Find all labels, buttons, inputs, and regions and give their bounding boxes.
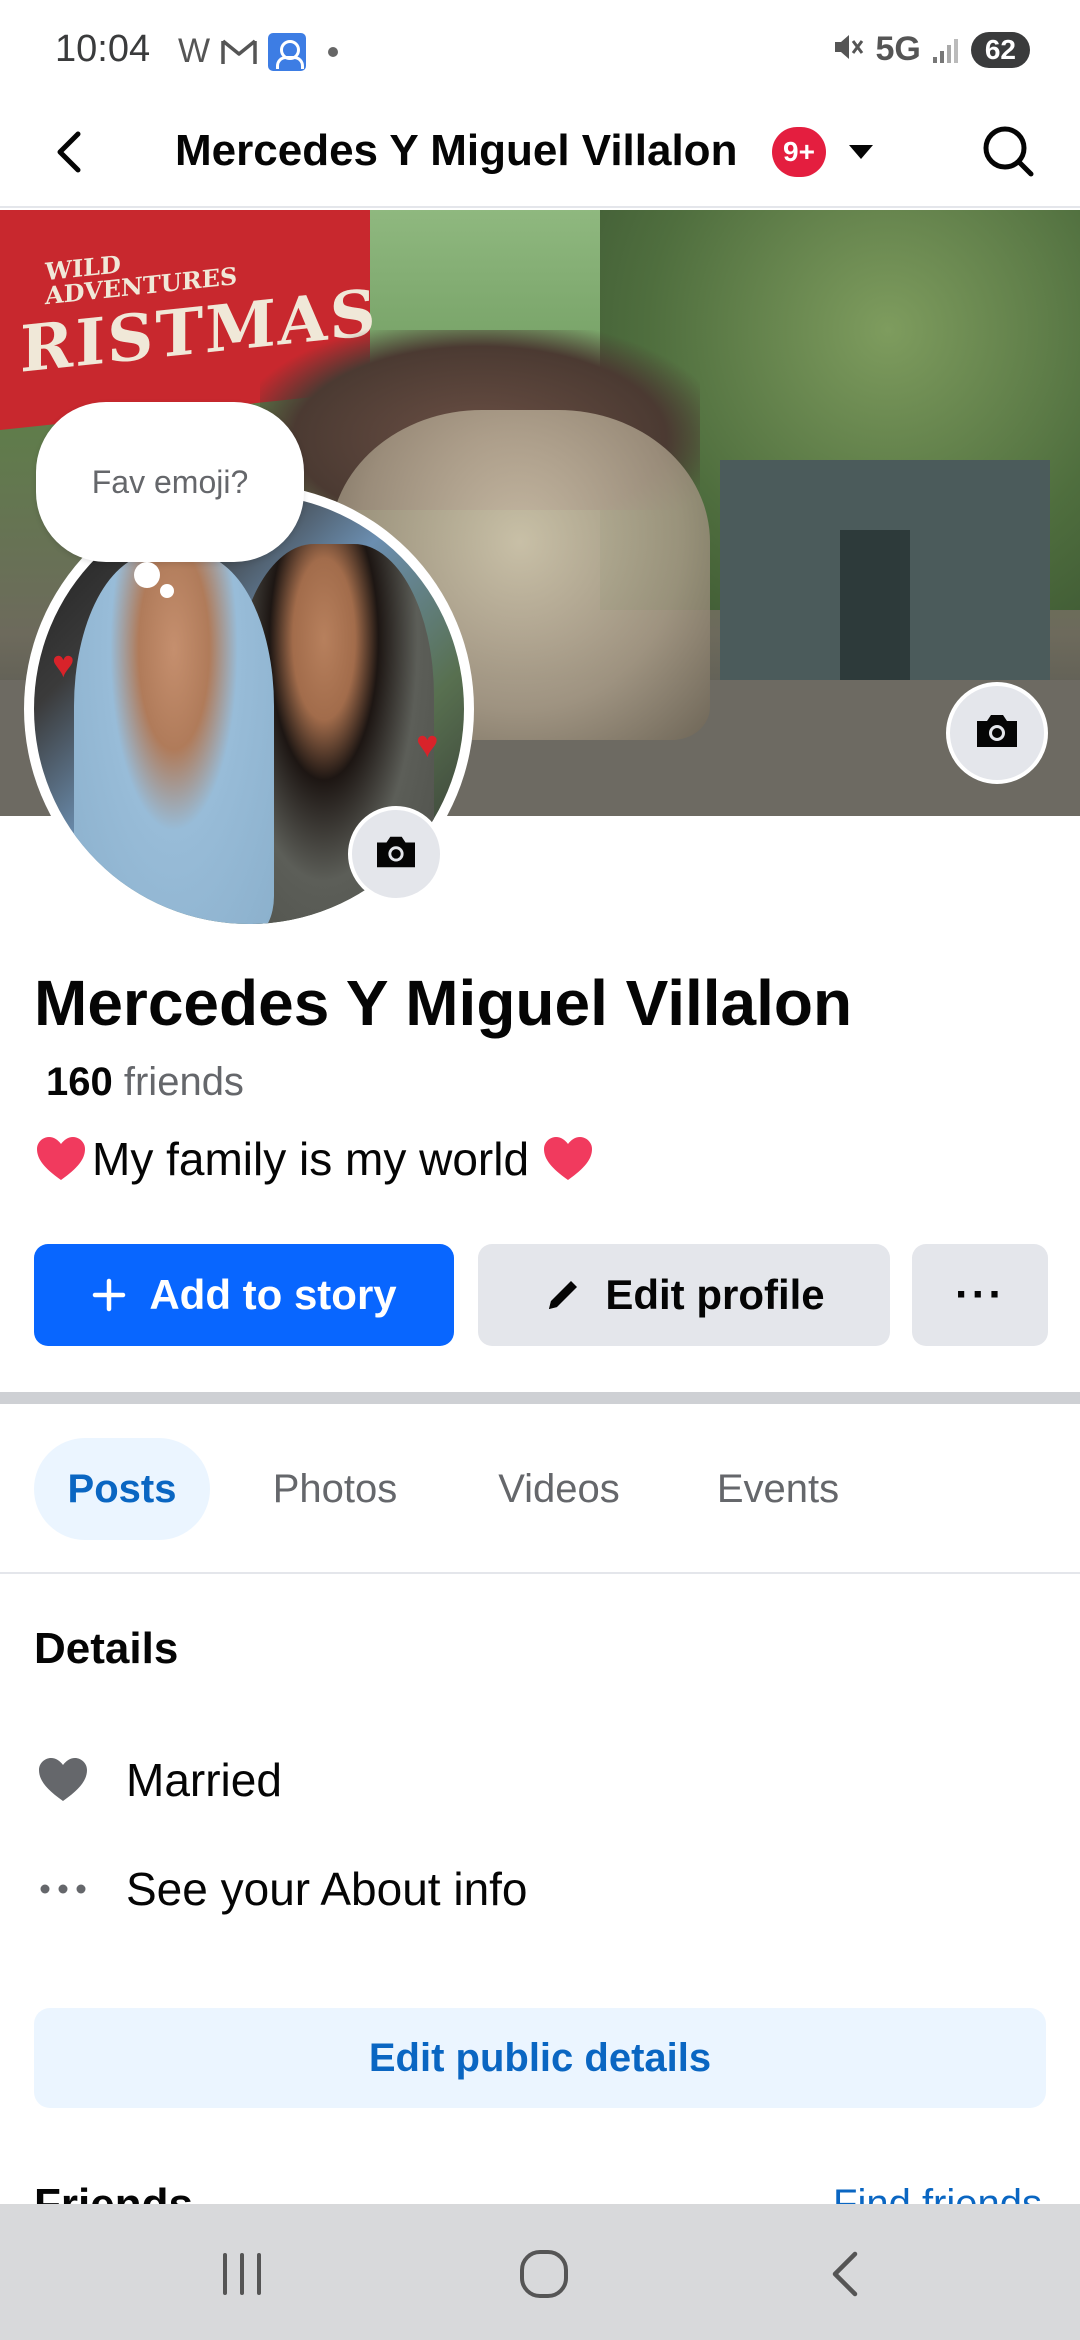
detail-relationship[interactable]: Married: [34, 1745, 282, 1815]
bio-text: My family is my world: [92, 1133, 530, 1185]
friends-count[interactable]: 160 friends: [46, 1060, 244, 1105]
note-bubble[interactable]: Fav emoji?: [36, 402, 304, 562]
heart-decoration-icon: ♥: [52, 644, 75, 686]
profile-header: Mercedes Y Miguel Villalon 9+: [0, 100, 1080, 208]
home-button[interactable]: [504, 2234, 584, 2314]
detail-relationship-label: Married: [126, 1754, 282, 1806]
person-icon: [268, 32, 307, 71]
edit-profile-label: Edit profile: [605, 1271, 825, 1318]
back-icon[interactable]: [40, 122, 100, 182]
red-heart-icon: [541, 1134, 595, 1184]
back-nav-button[interactable]: [806, 2234, 886, 2314]
tab-events[interactable]: Events: [698, 1438, 858, 1540]
heart-decoration-icon: ♥: [416, 724, 439, 766]
network-label: 5G: [875, 30, 921, 68]
gmail-icon: [220, 37, 258, 67]
status-time: 10:04: [55, 28, 151, 70]
edit-public-details-button[interactable]: Edit public details: [34, 2008, 1046, 2108]
section-divider: [0, 1392, 1080, 1404]
camera-icon: [373, 833, 419, 876]
cover-camera-button[interactable]: [946, 682, 1048, 784]
plus-icon: [91, 1277, 127, 1313]
signal-icon: [931, 35, 961, 65]
more-dots-icon: [34, 1864, 92, 1914]
avatar-camera-button[interactable]: [348, 806, 444, 902]
detail-about-info-label: See your About info: [126, 1863, 528, 1915]
details-title: Details: [34, 1624, 179, 1673]
recent-apps-button[interactable]: [202, 2234, 282, 2314]
tab-videos[interactable]: Videos: [474, 1438, 644, 1540]
status-bar: 10:04 W 5G 62: [0, 0, 1080, 100]
more-options-button[interactable]: ···: [912, 1244, 1048, 1346]
w-icon: W: [178, 32, 211, 70]
notification-badge[interactable]: 9+: [772, 127, 826, 177]
more-dots-icon: ···: [955, 1270, 1005, 1319]
tab-posts[interactable]: Posts: [34, 1438, 210, 1540]
status-notifications: W: [178, 32, 339, 71]
camera-icon: [973, 711, 1021, 756]
red-heart-icon: [34, 1134, 88, 1184]
search-icon[interactable]: [975, 118, 1041, 184]
friends-number: 160: [46, 1060, 113, 1104]
friends-label: friends: [123, 1060, 244, 1104]
profile-tabs: Posts Photos Videos Events: [0, 1404, 1080, 1574]
mute-icon: [831, 30, 865, 69]
notification-dot-icon: [328, 46, 339, 57]
detail-about-info[interactable]: See your About info: [34, 1854, 528, 1924]
add-to-story-label: Add to story: [149, 1271, 397, 1318]
battery-indicator: 62: [970, 31, 1030, 68]
bubble-tail: [134, 562, 160, 588]
header-title[interactable]: Mercedes Y Miguel Villalon: [175, 126, 737, 176]
pencil-icon: [543, 1275, 583, 1315]
tab-photos[interactable]: Photos: [250, 1438, 420, 1540]
caret-down-icon[interactable]: [846, 140, 876, 164]
profile-name: Mercedes Y Miguel Villalon: [34, 967, 853, 1039]
heart-icon: [34, 1755, 92, 1805]
edit-profile-button[interactable]: Edit profile: [478, 1244, 890, 1346]
system-nav-bar: [0, 2204, 1080, 2340]
add-to-story-button[interactable]: Add to story: [34, 1244, 454, 1346]
bubble-tail: [160, 584, 174, 598]
status-system: 5G 62: [831, 30, 1030, 69]
profile-bio: My family is my world: [34, 1132, 595, 1186]
